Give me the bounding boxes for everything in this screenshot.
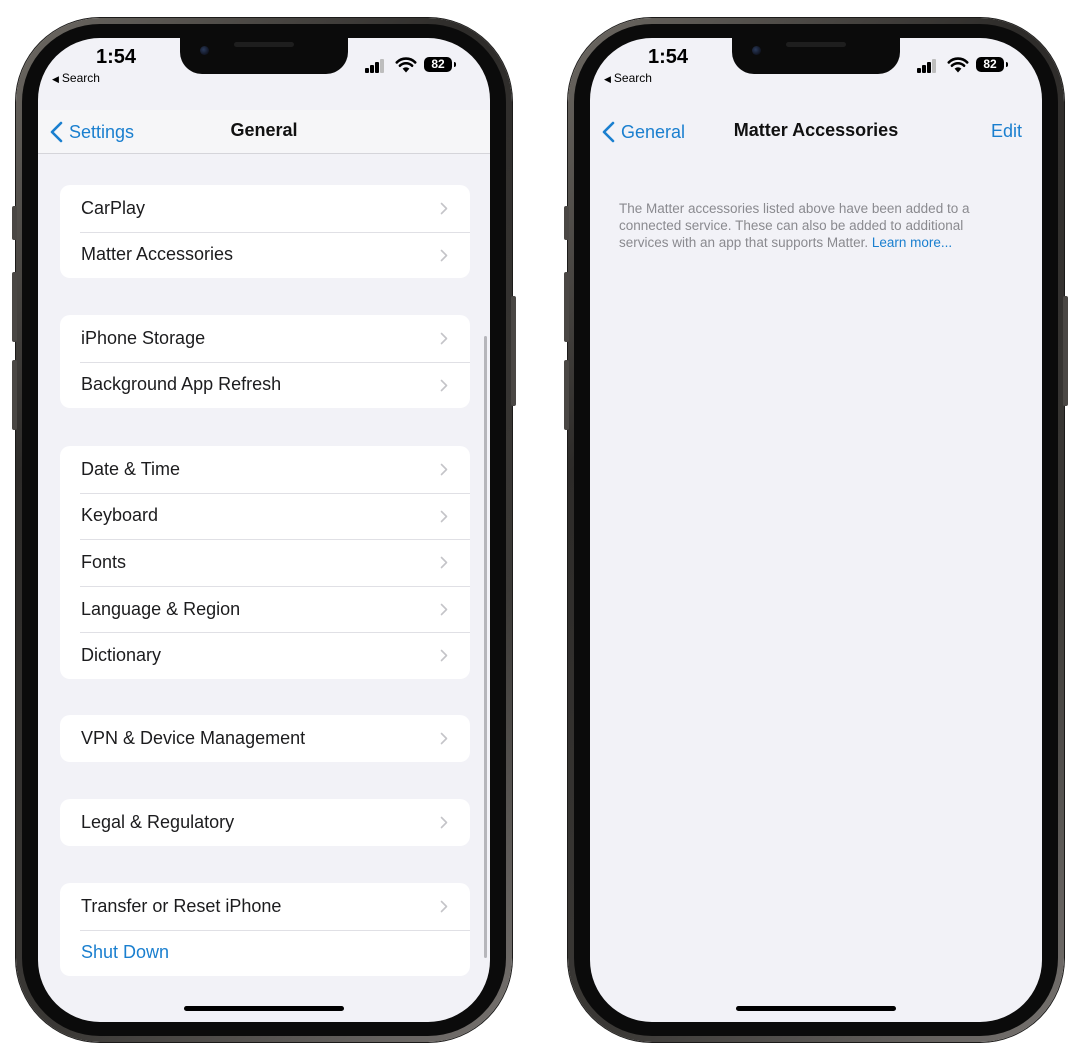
volume-down-button: [564, 360, 569, 430]
status-time: 1:54: [648, 46, 689, 68]
page-title: General: [230, 120, 298, 140]
back-to-app-link[interactable]: ◀ Search: [52, 71, 100, 85]
row-label: Language & Region: [81, 598, 241, 619]
silent-switch: [564, 206, 569, 240]
front-camera: [200, 46, 209, 55]
back-to-app-label: Search: [61, 71, 100, 85]
settings-row-legal-regulatory[interactable]: Legal & Regulatory: [60, 799, 470, 846]
back-to-app-link[interactable]: ◀ Search: [604, 71, 652, 85]
battery-icon: 82: [976, 57, 1008, 72]
settings-row-vpn-device-management[interactable]: VPN & Device Management: [60, 715, 470, 762]
row-label: Shut Down: [81, 942, 170, 963]
chevron-right-icon: [440, 556, 448, 569]
settings-row-keyboard[interactable]: Keyboard: [60, 492, 470, 540]
back-to-app-label: Search: [613, 71, 652, 85]
settings-group: VPN & Device Management: [60, 715, 470, 762]
scrollbar[interactable]: [484, 336, 487, 958]
navigation-bar: Settings General: [38, 110, 490, 154]
volume-up-button: [12, 272, 17, 342]
settings-group: Legal & Regulatory: [60, 799, 470, 846]
screen: 1:54 ◀ Search 82 General Matter Accessori: [590, 38, 1042, 1022]
battery-icon: 82: [424, 57, 456, 72]
settings-row-date-time[interactable]: Date & Time: [60, 446, 470, 493]
silent-switch: [12, 206, 17, 240]
back-triangle-icon: ◀: [52, 74, 59, 84]
settings-row-dictionary[interactable]: Dictionary: [60, 632, 470, 679]
chevron-right-icon: [440, 900, 448, 913]
row-label: VPN & Device Management: [81, 727, 306, 748]
shut-down-button[interactable]: Shut Down: [60, 929, 470, 977]
row-label: Background App Refresh: [81, 374, 282, 395]
row-label: Dictionary: [81, 645, 162, 666]
earpiece-speaker: [786, 42, 846, 47]
volume-up-button: [564, 272, 569, 342]
chevron-right-icon: [440, 816, 448, 829]
chevron-right-icon: [440, 379, 448, 391]
side-button: [1063, 296, 1068, 406]
page-title: Matter Accessories: [733, 120, 899, 140]
settings-row-background-app-refresh[interactable]: Background App Refresh: [60, 361, 470, 409]
settings-group: iPhone Storage Background App Refresh: [60, 315, 470, 409]
chevron-right-icon: [440, 202, 448, 215]
phone-right: 1:54 ◀ Search 82 General Matter Accessori: [564, 18, 1068, 1042]
learn-more-link[interactable]: Learn more...: [872, 235, 952, 250]
screen: 1:54 ◀ Search 82 Settings General CarPla…: [38, 38, 490, 1022]
settings-group: CarPlay Matter Accessories: [60, 185, 470, 279]
row-label: Date & Time: [81, 458, 181, 479]
notch: [732, 38, 900, 74]
edit-button[interactable]: Edit: [991, 121, 1022, 142]
home-indicator[interactable]: [736, 1006, 896, 1011]
earpiece-speaker: [234, 42, 294, 47]
row-label: Legal & Regulatory: [81, 811, 235, 832]
settings-row-transfer-reset[interactable]: Transfer or Reset iPhone: [60, 883, 470, 930]
chevron-right-icon: [440, 249, 448, 261]
chevron-right-icon: [440, 650, 448, 662]
wifi-icon: [947, 57, 969, 73]
row-label: Keyboard: [81, 505, 159, 526]
volume-down-button: [12, 360, 17, 430]
chevron-right-icon: [440, 603, 448, 616]
settings-row-fonts[interactable]: Fonts: [60, 539, 470, 586]
cellular-signal-icon: [365, 59, 385, 73]
chevron-right-icon: [440, 332, 448, 345]
settings-group: Transfer or Reset iPhone Shut Down: [60, 883, 470, 977]
row-label: iPhone Storage: [81, 327, 206, 348]
back-triangle-icon: ◀: [604, 74, 611, 84]
phone-left: 1:54 ◀ Search 82 Settings General CarPla…: [12, 18, 516, 1042]
row-label: Matter Accessories: [81, 244, 234, 265]
wifi-icon: [395, 57, 417, 73]
row-label: Fonts: [81, 551, 127, 572]
front-camera: [752, 46, 761, 55]
cellular-signal-icon: [917, 59, 937, 73]
status-time: 1:54: [96, 46, 137, 68]
row-label: Transfer or Reset iPhone: [81, 895, 282, 916]
settings-group: Date & Time Keyboard Fonts Language & Re…: [60, 446, 470, 679]
chevron-right-icon: [440, 732, 448, 745]
side-button: [511, 296, 516, 406]
navigation-bar: General Matter Accessories Edit: [590, 110, 1042, 154]
settings-row-iphone-storage[interactable]: iPhone Storage: [60, 315, 470, 362]
settings-row-carplay[interactable]: CarPlay: [60, 185, 470, 232]
settings-row-language-region[interactable]: Language & Region: [60, 585, 470, 633]
row-label: CarPlay: [81, 197, 146, 218]
chevron-right-icon: [440, 463, 448, 476]
matter-footer-text: The Matter accessories listed above have…: [619, 200, 1009, 251]
chevron-right-icon: [440, 510, 448, 522]
notch: [180, 38, 348, 74]
settings-row-matter-accessories[interactable]: Matter Accessories: [60, 231, 470, 279]
home-indicator[interactable]: [184, 1006, 344, 1011]
